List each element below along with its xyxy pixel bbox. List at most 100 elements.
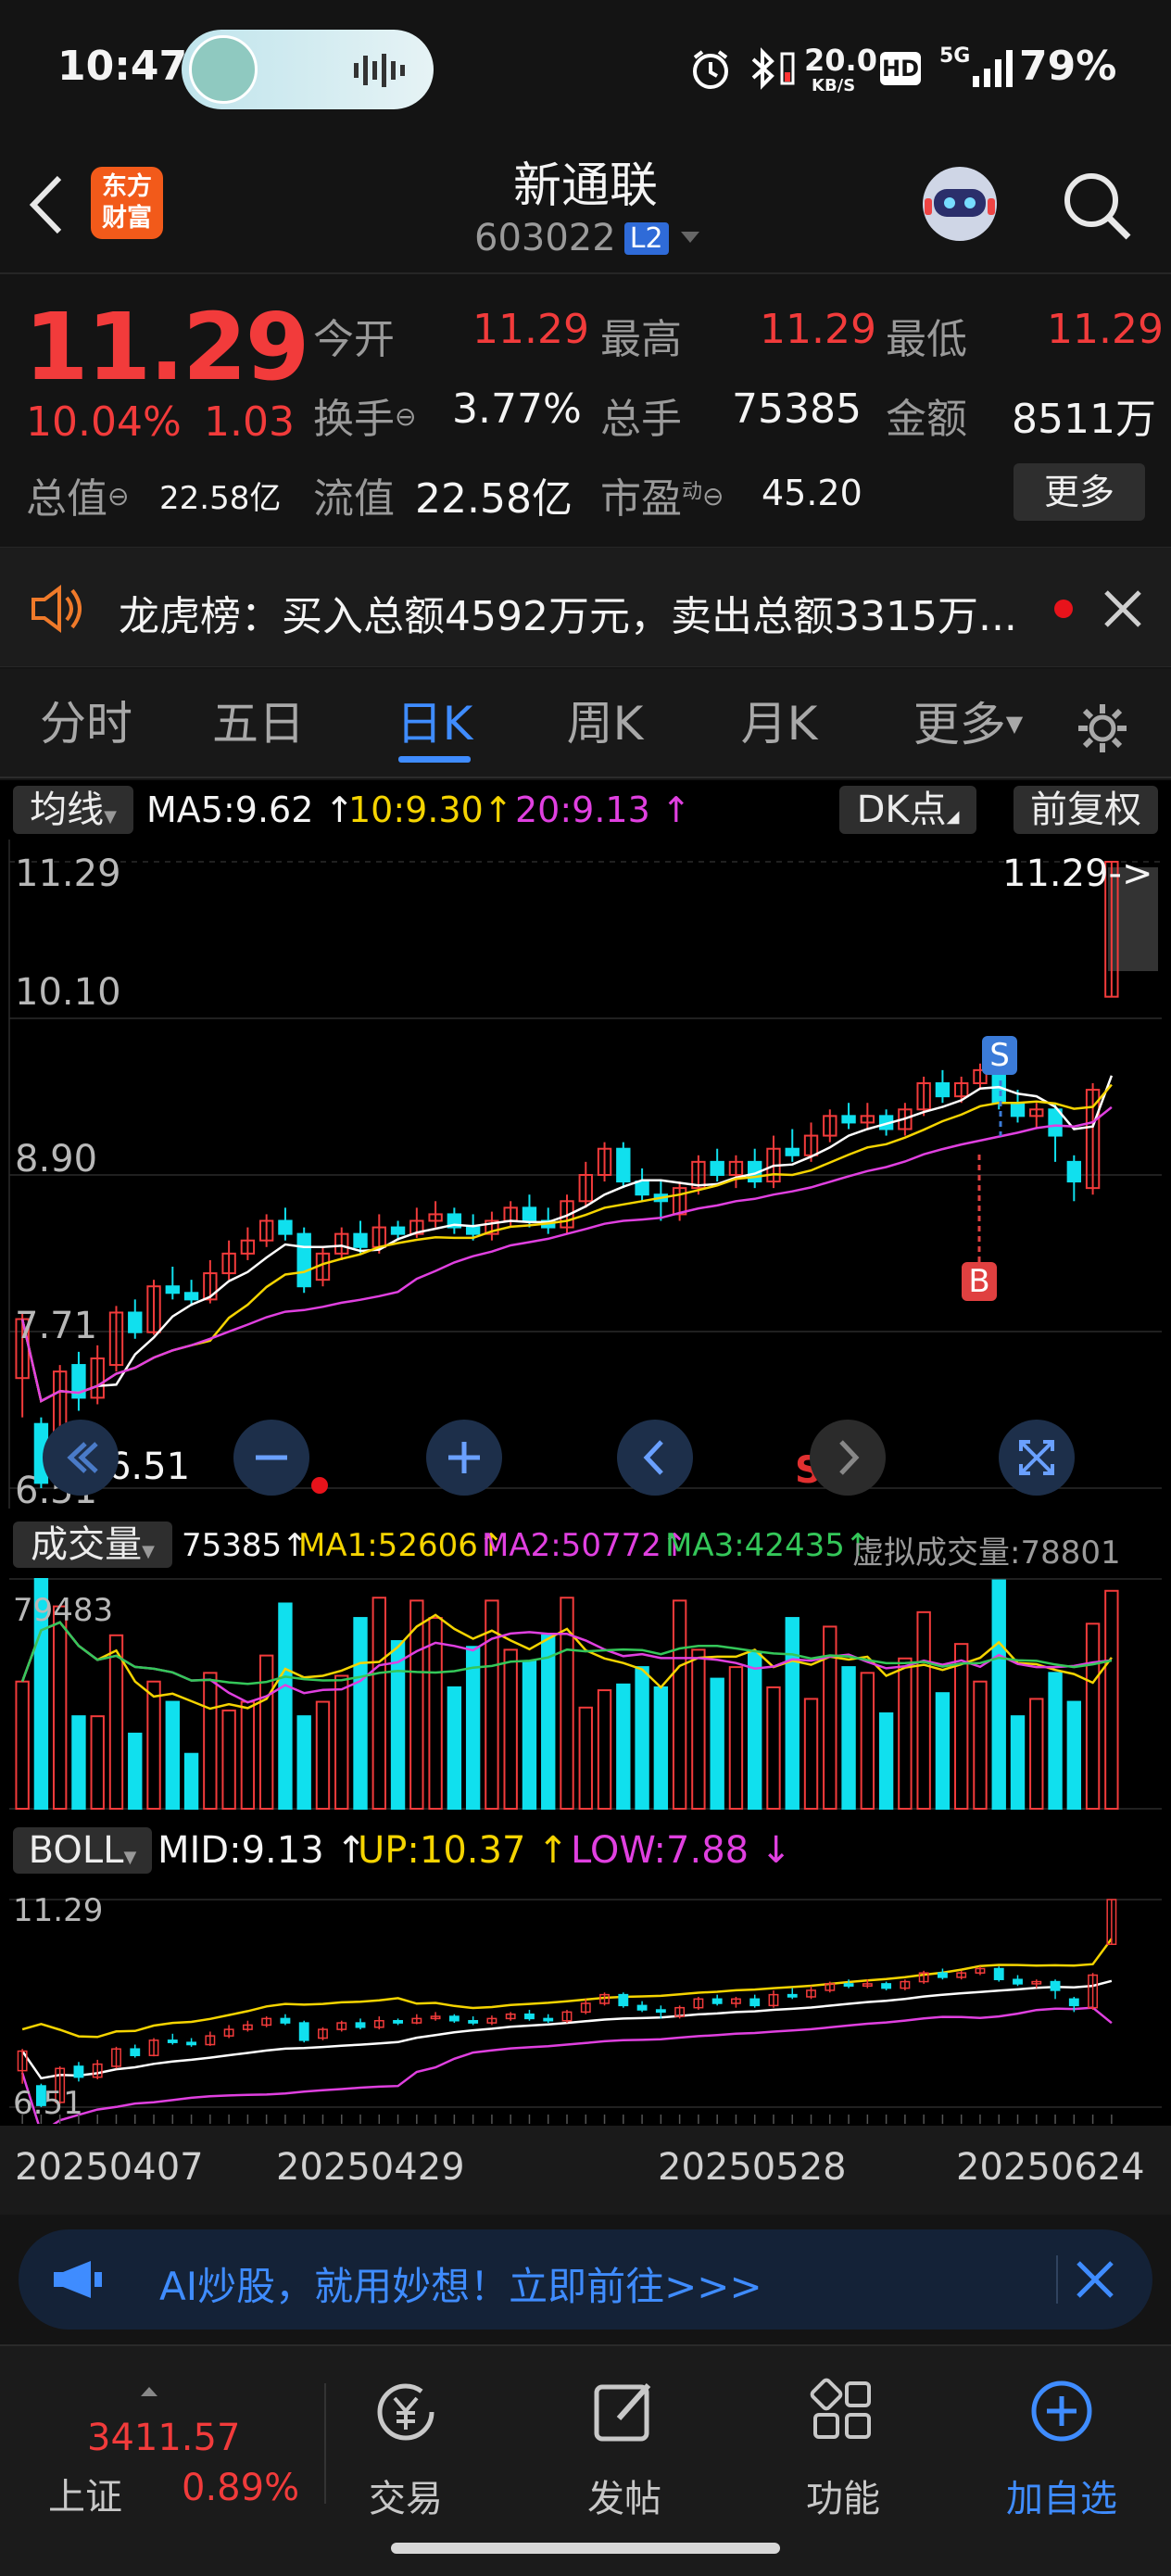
index-name: 上证	[48, 2476, 122, 2519]
next-button[interactable]	[810, 1420, 886, 1496]
pe-label[interactable]: 市盈动⊖	[600, 465, 724, 524]
candle-body	[465, 1226, 481, 1235]
volume-indicator-select[interactable]: 成交量▼	[13, 1522, 172, 1568]
price-label-3: 8.90	[15, 1138, 98, 1181]
volume-bar	[183, 1752, 199, 1811]
boll-candle-body	[636, 2004, 648, 2011]
boll-chart[interactable]	[0, 1881, 1171, 2124]
change-percent: 10.04%	[26, 398, 182, 446]
ma5-line	[20, 1075, 1114, 1403]
volume-indicator-label: 成交量	[31, 1523, 143, 1566]
volume-value-text: 75385	[182, 1527, 283, 1564]
price-label-2: 10.10	[15, 971, 121, 1014]
volume-bar	[766, 1686, 781, 1810]
volume-bar	[447, 1686, 462, 1810]
boll-candle-body	[280, 2017, 291, 2024]
tab-intraday[interactable]: 分时	[17, 669, 156, 778]
adjust-button[interactable]: 前复权	[1014, 786, 1158, 834]
market-cap-label[interactable]: 总值⊖	[26, 465, 129, 524]
candle-body	[935, 1082, 951, 1098]
volume-bar	[278, 1602, 293, 1810]
dk-point-button[interactable]: DK点◢	[839, 786, 976, 834]
low-value: 11.29	[1047, 306, 1164, 353]
chevron-down-icon: ▼	[1005, 711, 1024, 737]
alarm-icon	[693, 50, 728, 89]
kline-chart-area[interactable]: 均线▼ MA5:9.62 ↑ 10:9.30↑ 20:9.13 ↑ DK点◢ 前…	[0, 780, 1171, 2215]
volume-bar	[1048, 1672, 1063, 1810]
close-icon[interactable]	[1102, 588, 1143, 629]
vol-ma1-value: MA1:52606	[298, 1527, 478, 1564]
index-quote[interactable]: 3411.57 上证 0.89%	[0, 2346, 324, 2532]
vol-ma3-line	[20, 1621, 1113, 1686]
tab-monthly-k[interactable]: 月K	[710, 669, 849, 778]
tab-five-day[interactable]: 五日	[189, 669, 328, 778]
zoom-out-button[interactable]	[233, 1420, 309, 1496]
zoom-in-button[interactable]	[426, 1420, 502, 1496]
active-tab-underline	[398, 756, 471, 763]
nav-trade[interactable]: 交易	[313, 2346, 498, 2532]
fullscreen-button[interactable]	[999, 1420, 1075, 1496]
buy-signal-badge[interactable]: B	[962, 1262, 997, 1301]
robot-assistant-icon[interactable]	[915, 161, 1004, 246]
media-pill[interactable]	[182, 30, 434, 109]
float-cap-value: 22.58亿	[415, 475, 573, 523]
more-button[interactable]: 更多	[1014, 463, 1145, 521]
date-axis: 20250407 20250429 20250528 20250624	[0, 2126, 1171, 2215]
stock-code: 603022	[474, 217, 616, 259]
volume-bar	[146, 1680, 161, 1810]
nav-add-watchlist-label: 加自选	[1006, 2478, 1117, 2520]
vol-ma1-legend: MA1:52606↑	[298, 1527, 504, 1564]
boll-candle-body	[1068, 1998, 1079, 2007]
ai-banner[interactable]: AI炒股，就用妙想！立即前往>>>	[19, 2229, 1152, 2330]
boll-candle-body	[881, 1983, 892, 1989]
boll-candle-body	[843, 1983, 854, 1988]
volume-bar	[1104, 1589, 1119, 1810]
boll-candle-body	[448, 2015, 460, 2022]
pe-value: 45.20	[762, 473, 863, 513]
volume-bar	[203, 1672, 218, 1810]
high-label: 最高	[600, 316, 682, 363]
scroll-left-button[interactable]	[43, 1420, 119, 1496]
tab-weekly-k[interactable]: 周K	[535, 669, 674, 778]
volume-bar	[597, 1689, 612, 1810]
search-icon[interactable]	[1060, 169, 1134, 243]
candle-body	[635, 1181, 649, 1196]
nav-functions[interactable]: 功能	[750, 2346, 936, 2532]
down-arrow-icon: ↓	[760, 1829, 792, 1872]
nav-add-watchlist[interactable]: 加自选	[969, 2346, 1154, 2532]
stock-code-row[interactable]: 603022 L2	[474, 217, 701, 263]
volume-bar	[315, 1700, 331, 1810]
volume-bar	[296, 1715, 311, 1811]
tab-more[interactable]: 更多▼	[889, 669, 1047, 778]
turnover-label[interactable]: 换手⊖	[313, 385, 416, 445]
volume-bar	[371, 1597, 386, 1810]
ma-indicator-select[interactable]: 均线▼	[13, 786, 133, 834]
nav-post[interactable]: 发帖	[532, 2346, 717, 2532]
prev-button[interactable]	[617, 1420, 693, 1496]
candlestick-chart[interactable]	[0, 840, 1171, 1509]
boll-candle-body	[524, 2013, 535, 2020]
vol-ma2-line	[20, 1621, 1113, 1704]
candle-body	[785, 1147, 800, 1156]
volume-label: 总手	[600, 396, 682, 443]
gear-icon[interactable]	[1075, 701, 1130, 756]
dragon-tiger-notice[interactable]: 龙虎榜：买入总额4592万元，卖出总额3315万...	[0, 547, 1171, 667]
float-cap-label: 流值	[313, 475, 395, 523]
boll-candle-body	[711, 1998, 723, 2004]
sell-signal-badge[interactable]: S	[982, 1036, 1017, 1075]
candle-body	[165, 1285, 180, 1294]
hd-badge: HD	[880, 52, 921, 85]
boll-top-label: 11.29	[13, 1892, 104, 1929]
volume-bar	[878, 1712, 894, 1811]
boll-mid-line	[21, 1979, 1113, 2080]
up-arrow-icon: ↑	[661, 789, 691, 830]
volume-bar	[90, 1715, 105, 1811]
volume-chart[interactable]	[0, 1575, 1171, 1812]
nav-functions-label: 功能	[806, 2478, 880, 2520]
boll-indicator-select[interactable]: BOLL▼	[13, 1827, 152, 1874]
boll-low-legend: LOW:7.88 ↓	[571, 1829, 791, 1872]
close-icon[interactable]	[1075, 2259, 1115, 2300]
caret-up-icon	[141, 2387, 157, 2396]
volume-bar	[503, 1648, 518, 1810]
volume-bar	[691, 1648, 706, 1810]
